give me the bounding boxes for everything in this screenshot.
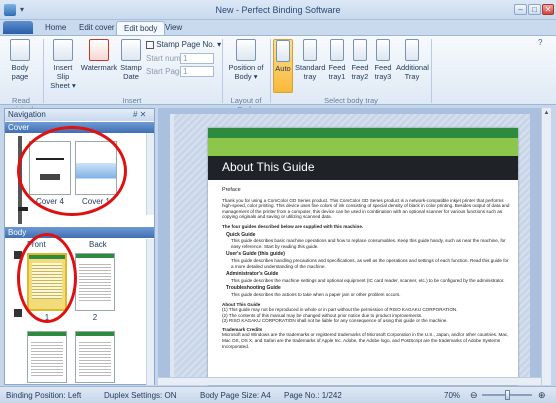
page-4-thumbnail[interactable] <box>75 331 115 383</box>
zoom-out-icon[interactable]: ⊖ <box>470 390 478 401</box>
tray-feed2-button[interactable]: Feed tray2 <box>349 39 371 81</box>
maximize-button[interactable]: □ <box>528 4 541 15</box>
navigation-header: Navigation <box>5 109 154 121</box>
window-title: New - Perfect Binding Software <box>215 5 341 15</box>
preface-heading: Preface <box>222 187 241 193</box>
back-label: Back <box>89 240 107 249</box>
page-2-number: 2 <box>92 313 98 322</box>
slip-sheet-icon <box>53 39 73 61</box>
body-section-header[interactable]: Body <box>5 227 154 238</box>
group-select-body-tray: Select body tray <box>324 96 378 105</box>
tray-auto-button[interactable]: Auto <box>273 39 293 93</box>
annotation-circle <box>17 126 127 216</box>
insert-slip-sheet-button[interactable]: Insert Slip Sheet ▾ <box>48 39 78 90</box>
divider <box>431 39 432 103</box>
calendar-icon <box>121 39 141 61</box>
tray-feed3-button[interactable]: Feed tray3 <box>372 39 394 81</box>
tray-standard-button[interactable]: Standard tray <box>295 39 325 81</box>
tray-additional-button[interactable]: Additional Tray <box>396 39 429 81</box>
tray-icon <box>405 39 419 61</box>
start-number-field[interactable]: 1 <box>180 53 214 64</box>
group-insert: Insert <box>122 96 142 105</box>
page-3-thumbnail[interactable] <box>27 331 67 383</box>
trademark-text: Microsoft and Windows are the trademarks… <box>222 332 509 349</box>
guide-item: Administrator's Guide This guide describ… <box>226 271 505 283</box>
guides-heading: The four guides described below are supp… <box>222 223 364 229</box>
ribbon: Body page Read original Insert Slip Shee… <box>0 35 556 114</box>
watermark-button[interactable]: Watermark <box>80 39 118 72</box>
minimize-button[interactable]: – <box>514 4 527 15</box>
tray-icon <box>330 39 344 61</box>
guide-item: Quick Guide This guide describes basic m… <box>226 231 506 249</box>
status-bar: Binding Position: Left Duplex Settings: … <box>0 386 556 403</box>
start-page-field[interactable]: 1 <box>180 66 214 77</box>
duplex-status: Duplex Settings: ON <box>104 391 177 400</box>
tray-auto-icon <box>276 40 290 62</box>
page-body: Preface Thank you for using a ComColor G… <box>222 187 512 349</box>
annotation-circle <box>17 233 77 323</box>
zoom-slider-handle[interactable] <box>505 390 510 400</box>
pin-close-icon[interactable]: # ✕ <box>133 110 146 119</box>
divider <box>222 39 223 103</box>
cover-scrollbar[interactable] <box>146 133 154 215</box>
page-header-band <box>208 138 518 156</box>
page-size-status: Body Page Size: A4 <box>200 391 271 400</box>
divider <box>43 39 44 103</box>
stamp-page-no-dropdown[interactable]: Stamp Page No. ▾ <box>146 40 221 49</box>
tray-icon <box>353 39 367 61</box>
document-icon <box>10 39 30 61</box>
guide-item: User's Guide (this guide) This guide des… <box>226 251 509 269</box>
tray-icon <box>376 39 390 61</box>
tray-feed1-button[interactable]: Feed tray1 <box>326 39 348 81</box>
guide-item: Troubleshooting Guide This guide describ… <box>226 285 401 297</box>
tray-icon <box>303 39 317 61</box>
body-page-button[interactable]: Body page <box>6 39 34 81</box>
body-marker <box>14 309 22 317</box>
close-button[interactable]: ✕ <box>542 4 554 15</box>
help-icon[interactable]: ? <box>538 38 542 47</box>
binding-position-status: Binding Position: Left <box>6 391 82 400</box>
navigation-panel: Navigation # ✕ Cover Cover 4 Cover 1 Bod… <box>4 108 155 385</box>
position-icon <box>236 39 256 61</box>
body-scrollbar[interactable] <box>146 239 154 385</box>
page-title: About This Guide <box>222 160 315 174</box>
zoom-level: 70% <box>444 391 461 400</box>
page-header-bar <box>208 128 518 138</box>
start-page-label: Start Page <box>146 67 184 76</box>
zoom-in-icon[interactable]: ⊕ <box>538 390 546 401</box>
cover-marker <box>18 207 28 211</box>
application-menu-button[interactable] <box>3 21 33 34</box>
divider <box>270 39 271 103</box>
document-horizontal-scrollbar[interactable] <box>158 377 541 385</box>
page-number-status: Page No.: 1/242 <box>284 391 342 400</box>
position-of-body-button[interactable]: Position of Body ▾ <box>228 39 264 81</box>
stamp-date-button[interactable]: Stamp Date <box>119 39 143 81</box>
tab-home[interactable]: Home <box>38 21 73 35</box>
scroll-up-icon[interactable]: ▲ <box>543 110 550 118</box>
page-number-icon <box>146 40 154 49</box>
preface-text: Thank you for using a ComColor GD Series… <box>222 197 510 220</box>
page-2-thumbnail[interactable] <box>75 253 115 311</box>
document-vertical-scrollbar[interactable]: ▲ <box>541 108 551 385</box>
tab-edit-cover[interactable]: Edit cover <box>72 21 122 35</box>
document-page: About This Guide Preface Thank you for u… <box>208 128 518 385</box>
watermark-icon <box>89 39 109 61</box>
tab-view[interactable]: View <box>158 21 189 35</box>
about-item: (3) RISO KAGAKU CORPORATION shall not be… <box>222 318 448 324</box>
